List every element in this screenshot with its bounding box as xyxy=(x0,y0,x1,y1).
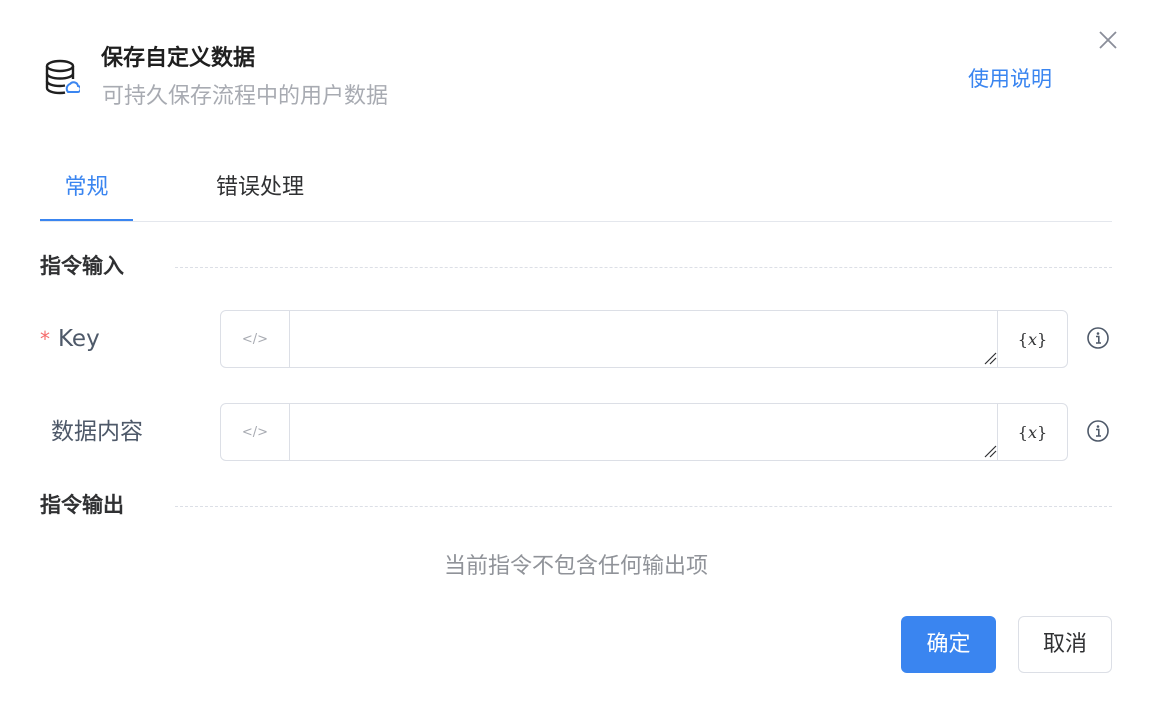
code-mode-button[interactable]: </> xyxy=(221,311,290,367)
confirm-button[interactable]: 确定 xyxy=(901,616,996,673)
info-icon[interactable] xyxy=(1086,419,1110,443)
section-input: 指令输入 xyxy=(40,251,1112,281)
info-icon[interactable] xyxy=(1086,326,1110,350)
section-divider xyxy=(175,506,1112,507)
resize-handle-icon[interactable] xyxy=(983,444,997,458)
section-output: 指令输出 xyxy=(40,490,1112,520)
key-label: * Key xyxy=(40,311,100,367)
database-icon xyxy=(45,59,80,95)
insert-variable-button[interactable]: {x} xyxy=(997,311,1067,367)
code-mode-button[interactable]: </> xyxy=(221,404,290,460)
code-icon: </> xyxy=(241,331,269,347)
variable-brace-close: } xyxy=(1037,422,1048,442)
section-divider xyxy=(175,267,1112,268)
key-field: </> {x} xyxy=(220,310,1068,368)
code-icon: </> xyxy=(241,424,269,440)
tab-general[interactable]: 常规 xyxy=(40,160,133,221)
section-output-title: 指令输出 xyxy=(40,493,124,517)
key-input[interactable] xyxy=(290,311,998,367)
section-input-title: 指令输入 xyxy=(40,254,124,278)
variable-x: x xyxy=(1027,329,1038,349)
output-empty-text: 当前指令不包含任何输出项 xyxy=(443,554,708,579)
tab-bar: 常规 错误处理 xyxy=(40,160,1112,222)
help-link[interactable]: 使用说明 xyxy=(968,64,1052,94)
key-label-text: Key xyxy=(58,326,100,352)
resize-handle-icon[interactable] xyxy=(983,351,997,365)
variable-brace-close: } xyxy=(1037,329,1048,349)
required-mark: * xyxy=(40,327,50,351)
data-content-label: 数据内容 xyxy=(51,419,143,445)
data-content-input[interactable] xyxy=(290,404,998,460)
close-icon[interactable] xyxy=(1096,28,1120,52)
variable-x: x xyxy=(1027,422,1038,442)
data-content-field: </> {x} xyxy=(220,403,1068,461)
insert-variable-button[interactable]: {x} xyxy=(997,404,1067,460)
save-custom-data-dialog: 保存自定义数据 可持久保存流程中的用户数据 使用说明 常规 错误处理 指令输入 … xyxy=(0,0,1152,712)
dialog-subtitle: 可持久保存流程中的用户数据 xyxy=(102,84,389,109)
tab-error-handling[interactable]: 错误处理 xyxy=(210,160,310,221)
dialog-title: 保存自定义数据 xyxy=(101,46,256,71)
cancel-button[interactable]: 取消 xyxy=(1018,616,1112,673)
variable-brace-open: { xyxy=(1017,422,1028,442)
variable-brace-open: { xyxy=(1017,329,1028,349)
